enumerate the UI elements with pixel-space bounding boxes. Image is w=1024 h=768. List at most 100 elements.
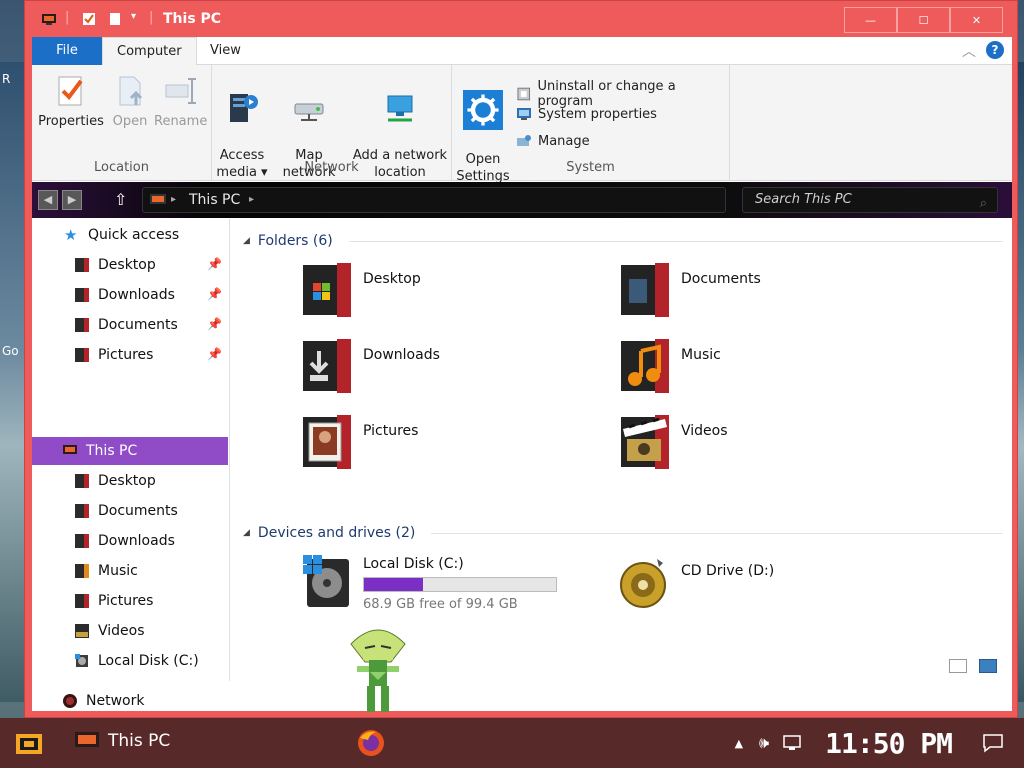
pin-icon[interactable]: 📌	[207, 287, 222, 301]
nav-this-pc[interactable]: This PC	[32, 437, 228, 465]
network-status-icon[interactable]	[783, 734, 803, 752]
nav-quick-documents-label: Documents	[98, 317, 178, 333]
folder-music[interactable]: Music	[619, 337, 899, 401]
system-tray: ▲ 🕪 11:50 PM	[735, 718, 1024, 768]
volume-icon[interactable]: 🕪	[759, 733, 769, 753]
folder-desktop[interactable]: Desktop	[301, 261, 581, 325]
devices-group-header[interactable]: ◢ Devices and drives (2)	[243, 525, 1003, 541]
uninstall-label: Uninstall or change a program	[537, 79, 676, 109]
disk-usage-bar	[363, 577, 557, 592]
ribbon-tabs: File Computer View ︿ ?	[32, 37, 1012, 65]
desktop-mascot-character[interactable]	[345, 622, 411, 718]
nav-pc-local-disk-label: Local Disk (C:)	[98, 653, 199, 669]
pictures-folder-icon	[75, 594, 89, 608]
collapse-triangle-icon[interactable]: ◢	[243, 528, 250, 538]
nav-pc-videos[interactable]: Videos	[32, 617, 228, 645]
firefox-icon[interactable]	[356, 728, 386, 758]
title-separator-2: |	[149, 10, 154, 25]
nav-pc-desktop[interactable]: Desktop	[32, 467, 228, 495]
drive-local-disk[interactable]: Local Disk (C:) 68.9 GB free of 99.4 GB	[301, 553, 591, 617]
open-icon	[119, 76, 143, 106]
nav-pc-downloads-label: Downloads	[98, 533, 175, 549]
tab-file[interactable]: File	[32, 37, 102, 65]
tab-view[interactable]: View	[196, 37, 255, 65]
downloads-folder-icon	[75, 288, 89, 302]
nav-quick-desktop-label: Desktop	[98, 257, 156, 273]
pin-icon[interactable]: 📌	[207, 257, 222, 271]
help-icon[interactable]: ?	[986, 41, 1004, 59]
start-button-icon[interactable]	[14, 730, 44, 758]
rename-button[interactable]: Rename	[154, 73, 207, 130]
tab-computer[interactable]: Computer	[102, 37, 197, 65]
videos-folder-icon	[75, 624, 89, 638]
window-controls: — ☐ ✕	[844, 7, 1003, 33]
collapse-ribbon-icon[interactable]: ︿	[962, 41, 976, 61]
new-folder-quick-icon[interactable]	[107, 11, 123, 27]
folder-downloads[interactable]: Downloads	[301, 337, 581, 401]
nav-pc-local-disk[interactable]: Local Disk (C:)	[32, 647, 228, 675]
breadcrumb-this-pc[interactable]: This PC	[189, 188, 240, 212]
search-input[interactable]: Search This PC ⌕	[742, 187, 998, 213]
nav-quick-downloads-label: Downloads	[98, 287, 175, 303]
manage-button[interactable]: Manage	[516, 133, 590, 149]
nav-quick-downloads[interactable]: Downloads 📌	[32, 281, 228, 309]
taskbar-app-this-pc[interactable]: This PC	[74, 730, 170, 752]
nav-pc-documents[interactable]: Documents	[32, 497, 228, 525]
system-group-label: System	[566, 160, 615, 175]
hard-drive-icon	[75, 654, 88, 667]
folder-videos[interactable]: Videos	[619, 413, 899, 477]
properties-label: Properties	[38, 114, 104, 129]
nav-quick-documents[interactable]: Documents 📌	[32, 311, 228, 339]
quick-access-dropdown-icon[interactable]: ▾	[131, 11, 136, 22]
show-hidden-icons-icon[interactable]: ▲	[735, 737, 743, 750]
system-properties-button[interactable]: System properties	[516, 106, 657, 122]
music-folder-large-icon	[621, 339, 669, 393]
nav-pc-downloads[interactable]: Downloads	[32, 527, 228, 555]
nav-network-label: Network	[86, 693, 145, 709]
pin-icon[interactable]: 📌	[207, 347, 222, 361]
nav-quick-access[interactable]: ★ Quick access	[32, 221, 228, 249]
nav-pc-documents-label: Documents	[98, 503, 178, 519]
open-button[interactable]: Open	[108, 73, 152, 130]
address-bar-area: ◀ ▶ ⇧ ▸ This PC ▸ Search This PC ⌕	[32, 182, 1012, 218]
map-network-drive-button[interactable]: Map network drive ▾	[268, 73, 350, 198]
cd-drive-icon	[620, 559, 666, 608]
manage-icon	[517, 135, 531, 146]
nav-pc-music[interactable]: Music	[32, 557, 228, 585]
nav-pc-pictures[interactable]: Pictures	[32, 587, 228, 615]
nav-network[interactable]: Network	[32, 687, 228, 715]
minimize-button[interactable]: —	[844, 7, 897, 33]
details-view-icon[interactable]	[949, 659, 967, 673]
large-icons-view-icon[interactable]	[979, 659, 997, 673]
back-button[interactable]: ◀	[38, 190, 58, 210]
uninstall-program-button[interactable]: Uninstall or change a program	[516, 79, 729, 109]
access-media-icon	[230, 94, 258, 122]
search-icon[interactable]: ⌕	[980, 192, 987, 216]
documents-folder-icon	[75, 504, 89, 518]
drive-cd[interactable]: CD Drive (D:)	[619, 553, 909, 617]
collapse-triangle-icon[interactable]: ◢	[243, 236, 250, 246]
folders-group-header[interactable]: ◢ Folders (6)	[243, 233, 1003, 249]
pin-icon[interactable]: 📌	[207, 317, 222, 331]
close-button[interactable]: ✕	[950, 7, 1003, 33]
nav-quick-pictures[interactable]: Pictures 📌	[32, 341, 228, 369]
folder-documents[interactable]: Documents	[619, 261, 899, 325]
ribbon-panel: Properties Open Rename Location Access m…	[32, 65, 1012, 197]
up-arrow-icon[interactable]: ⇧	[114, 190, 127, 209]
nav-pc-videos-label: Videos	[98, 623, 145, 639]
view-toggle-icons	[949, 659, 997, 673]
folder-pictures[interactable]: Pictures	[301, 413, 581, 477]
folder-desktop-label: Desktop	[363, 271, 421, 287]
properties-button[interactable]: Properties	[38, 73, 104, 130]
notifications-icon[interactable]	[982, 733, 1004, 753]
breadcrumb[interactable]: ▸ This PC ▸	[142, 187, 726, 213]
clock[interactable]: 11:50 PM	[825, 727, 953, 760]
forward-button[interactable]: ▶	[62, 190, 82, 210]
title-bar[interactable]: | ▾ | This PC — ☐ ✕	[25, 1, 1017, 37]
nav-quick-desktop[interactable]: Desktop 📌	[32, 251, 228, 279]
maximize-button[interactable]: ☐	[897, 7, 950, 33]
rename-icon	[165, 78, 196, 104]
nav-pc-pictures-label: Pictures	[98, 593, 154, 609]
documents-folder-large-icon	[621, 263, 669, 317]
properties-quick-icon[interactable]	[81, 11, 97, 27]
